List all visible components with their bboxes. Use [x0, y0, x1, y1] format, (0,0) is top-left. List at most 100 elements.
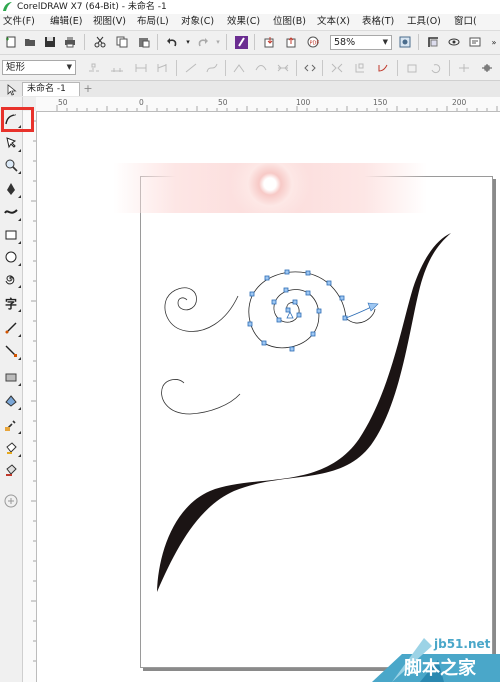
align-icon[interactable] [456, 60, 472, 76]
menu-view[interactable]: 视图(V) [93, 15, 126, 29]
artistic-media-icon[interactable] [3, 204, 21, 221]
smart-fill-icon[interactable] [3, 462, 19, 478]
title-bar: CorelDRAW X7 (64-Bit) - 未命名 -1 [0, 0, 500, 15]
horizontal-ruler[interactable]: 50 0 50 100 150 200 [22, 97, 500, 112]
smooth-icon[interactable] [253, 60, 269, 76]
snap-icon[interactable] [425, 34, 441, 50]
overflow-icon[interactable]: » [486, 34, 500, 50]
toolbar-separator [226, 34, 227, 50]
object-type-select[interactable]: 矩形 ▼ [2, 60, 76, 75]
menu-bitmaps[interactable]: 位图(B) [273, 15, 306, 29]
redo-icon[interactable] [195, 34, 211, 50]
ruler-label: 150 [373, 98, 388, 107]
print-icon[interactable] [62, 34, 78, 50]
join-nodes-icon[interactable] [109, 60, 125, 76]
window-title: CorelDRAW X7 (64-Bit) - 未命名 -1 [17, 2, 167, 12]
ruler-label: 50 [218, 98, 228, 107]
copy-icon[interactable] [114, 34, 130, 50]
add-tool-icon[interactable] [3, 493, 19, 509]
ruler-ticks [31, 120, 36, 662]
zoom-level-select[interactable]: 58% ▼ [330, 35, 392, 50]
toolbar-separator [397, 60, 398, 76]
eyedropper-icon[interactable] [3, 417, 21, 434]
search-content-icon[interactable] [233, 34, 249, 50]
watermark-url: jb51.net [434, 637, 491, 651]
document-page[interactable] [140, 176, 493, 668]
symmetric-icon[interactable] [275, 60, 291, 76]
add-tab-icon[interactable]: + [82, 83, 94, 95]
fill-tool-icon[interactable] [3, 440, 21, 457]
menu-layout[interactable]: 布局(L) [137, 15, 169, 29]
toolbar-separator [225, 60, 226, 76]
redo-dropdown-icon[interactable]: ▾ [210, 34, 226, 50]
vertical-ruler[interactable] [22, 111, 37, 682]
ruler-label: 50 [58, 98, 68, 107]
paste-icon[interactable] [136, 34, 152, 50]
zoom-tool-icon[interactable] [3, 157, 21, 174]
drop-shadow-icon[interactable] [3, 369, 21, 386]
cusp-icon[interactable] [231, 60, 247, 76]
new-icon[interactable] [3, 34, 19, 50]
menu-table[interactable]: 表格(T) [362, 15, 394, 29]
toolbar-separator [322, 60, 323, 76]
line-icon[interactable] [183, 60, 199, 76]
extend-icon[interactable] [329, 60, 345, 76]
toolbar-separator [157, 34, 158, 50]
standard-toolbar: ▾ ▾ PDF 58% ▼ » [0, 31, 500, 55]
pen-tool-icon[interactable] [3, 181, 21, 198]
extract-icon[interactable] [352, 60, 368, 76]
rectangle-tool-icon[interactable] [3, 227, 21, 244]
menu-text[interactable]: 文本(X) [317, 15, 350, 29]
view-icon[interactable] [446, 34, 462, 50]
coreldraw-logo-icon [3, 2, 12, 11]
publish-pdf-icon[interactable]: PDF [305, 34, 321, 50]
menu-bar: 文件(F) 编辑(E) 视图(V) 布局(L) 对象(C) 效果(C) 位图(B… [0, 14, 500, 31]
zoom-level-value: 58% [334, 37, 356, 48]
ellipse-tool-icon[interactable] [3, 249, 21, 266]
node-a-icon[interactable] [133, 60, 149, 76]
toolbar-separator [84, 34, 85, 50]
toolbar-separator [254, 34, 255, 50]
object-type-value: 矩形 [6, 62, 26, 73]
menu-edit[interactable]: 编辑(E) [50, 15, 82, 29]
toolbar-separator [418, 34, 419, 50]
dimension-tool-icon[interactable] [3, 320, 21, 337]
reduce-icon[interactable] [375, 60, 391, 76]
menu-object[interactable]: 对象(C) [181, 15, 214, 29]
closed-shape-icon[interactable] [405, 60, 421, 76]
save-icon[interactable] [42, 34, 58, 50]
tab-document[interactable]: 未命名 -1 [22, 82, 80, 96]
ruler-ticks [56, 105, 498, 111]
freehand-tool-highlight [1, 107, 34, 132]
import-icon[interactable] [261, 34, 277, 50]
ruler-label: 100 [296, 98, 311, 107]
undo-icon[interactable] [164, 34, 180, 50]
open-icon[interactable] [22, 34, 38, 50]
undo-dropdown-icon[interactable]: ▾ [180, 34, 196, 50]
options-icon[interactable] [467, 34, 483, 50]
watermark-name: 脚本之家 [404, 658, 476, 679]
export-icon[interactable] [283, 34, 299, 50]
menu-effects[interactable]: 效果(C) [227, 15, 260, 29]
ruler-label: 200 [452, 98, 467, 107]
menu-file[interactable]: 文件(F) [3, 15, 35, 29]
connector-tool-icon[interactable] [3, 343, 21, 360]
transparency-icon[interactable] [3, 393, 21, 410]
text-tool-icon[interactable]: 字 [3, 295, 21, 312]
break-path-icon[interactable] [87, 60, 103, 76]
toolbox: 字 [0, 97, 23, 682]
radial-gradient-shape[interactable] [113, 163, 427, 213]
select-all-nodes-icon[interactable] [479, 60, 495, 76]
zoom-fit-icon[interactable] [397, 34, 413, 50]
curve-icon[interactable] [204, 60, 220, 76]
menu-window[interactable]: 窗口( [454, 15, 477, 29]
reverse-icon[interactable] [302, 60, 318, 76]
spiral-tool-icon[interactable] [3, 271, 21, 288]
node-b-icon[interactable] [154, 60, 170, 76]
menu-tools[interactable]: 工具(O) [407, 15, 441, 29]
rotate-icon[interactable] [428, 60, 444, 76]
toolbar-separator [176, 60, 177, 76]
toolbar-separator [296, 60, 297, 76]
shape-tool-icon[interactable] [3, 135, 21, 152]
cut-icon[interactable] [92, 34, 108, 50]
